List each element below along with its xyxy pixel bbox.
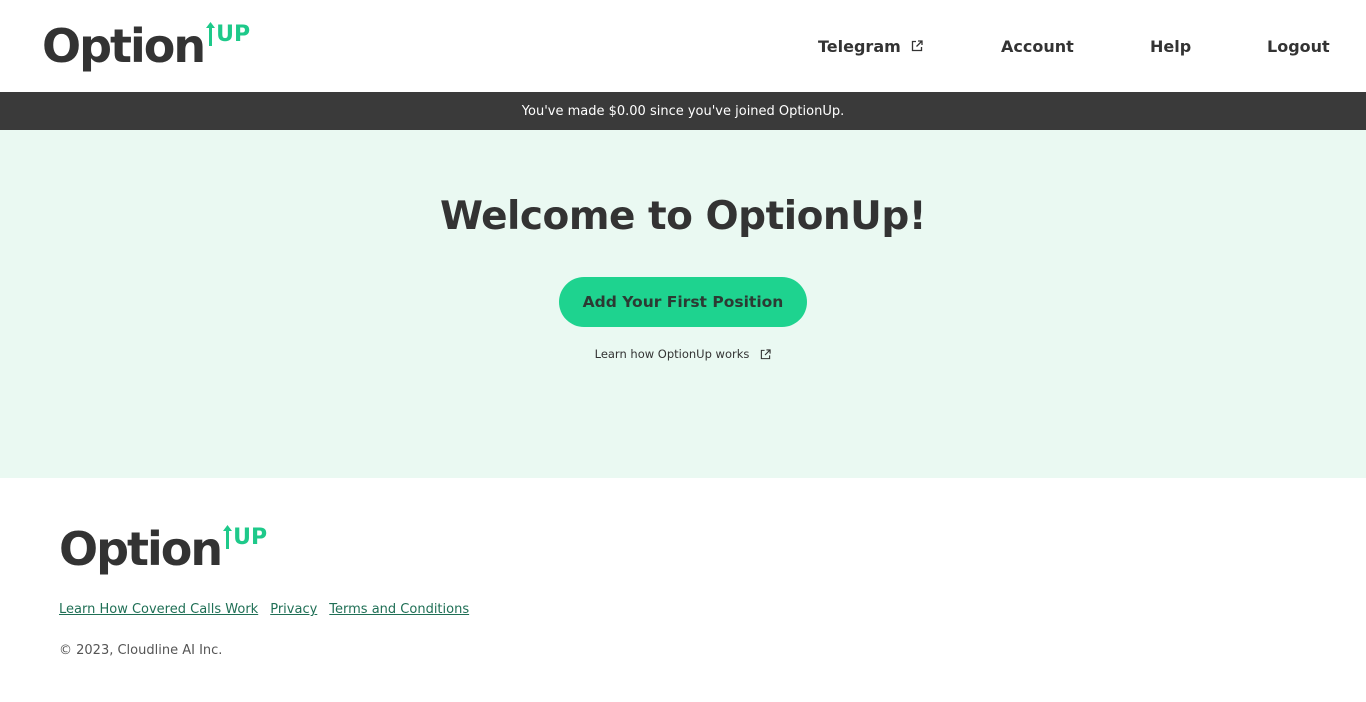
- footer-link-covered-calls[interactable]: Learn How Covered Calls Work: [59, 602, 258, 617]
- nav-telegram-link[interactable]: Telegram: [818, 37, 923, 56]
- up-arrow-icon: [223, 525, 233, 549]
- earnings-banner-text: You've made $0.00 since you've joined Op…: [521, 103, 845, 119]
- footer-logo[interactable]: Option UP: [59, 518, 267, 580]
- logo-wordmark: Option: [59, 522, 223, 576]
- welcome-hero: Welcome to OptionUp! Add Your First Posi…: [0, 130, 1366, 478]
- footer-link-terms[interactable]: Terms and Conditions: [329, 602, 469, 617]
- logo-wordmark: Option: [42, 19, 206, 73]
- logo-accent: UP: [222, 520, 267, 550]
- nav-logout[interactable]: Logout: [1267, 34, 1330, 58]
- logo-accent-text: UP: [233, 525, 268, 550]
- up-arrow-icon: [206, 22, 216, 46]
- earnings-banner: You've made $0.00 since you've joined Op…: [0, 92, 1366, 130]
- learn-how-label: Learn how OptionUp works: [594, 347, 750, 361]
- nav-account[interactable]: Account: [1001, 34, 1074, 58]
- add-first-position-button[interactable]: Add Your First Position: [559, 277, 807, 327]
- copyright-text: © 2023, Cloudline AI Inc.: [59, 643, 223, 658]
- page-title: Welcome to OptionUp!: [439, 194, 927, 239]
- footer-link-privacy[interactable]: Privacy: [270, 602, 317, 617]
- nav-telegram-label: Telegram: [818, 36, 901, 56]
- nav-account-link[interactable]: Account: [1001, 37, 1074, 56]
- nav-help-link[interactable]: Help: [1150, 37, 1191, 56]
- nav-telegram[interactable]: Telegram: [818, 34, 923, 58]
- header-logo[interactable]: Option UP: [42, 15, 250, 77]
- logo-accent: UP: [205, 17, 250, 47]
- external-link-icon: [911, 40, 923, 52]
- footer-links: Learn How Covered Calls Work Privacy Ter…: [59, 602, 469, 617]
- learn-how-container: Learn how OptionUp works: [0, 347, 1366, 361]
- learn-how-link[interactable]: Learn how OptionUp works: [595, 347, 772, 361]
- external-link-icon: [761, 348, 772, 359]
- nav-help[interactable]: Help: [1150, 34, 1191, 58]
- logo-accent-text: UP: [216, 22, 251, 47]
- nav-logout-link[interactable]: Logout: [1267, 37, 1330, 56]
- site-header: Option UP Telegram Account Help Logout: [0, 0, 1366, 92]
